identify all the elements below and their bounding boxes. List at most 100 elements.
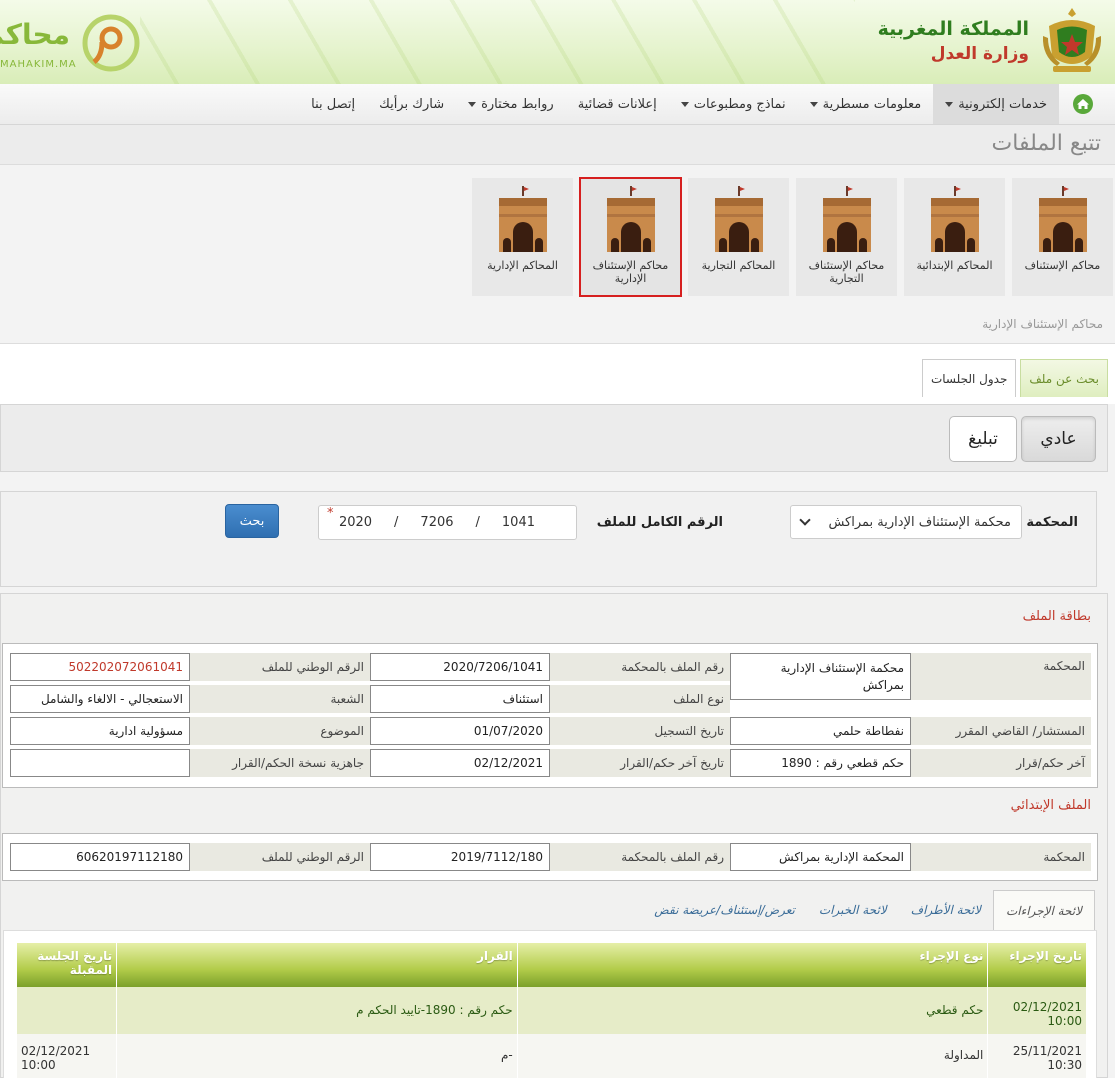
procedures-table: تاريخ الإجراء نوع الإجراء القرار تاريخ ا… — [15, 943, 1086, 1078]
normal-type-button[interactable]: عادي — [1021, 416, 1096, 462]
file-type-key: نوع الملف — [550, 685, 730, 713]
header-pattern — [140, 0, 855, 84]
court-tile-first-instance[interactable]: المحاكم الإبتدائية — [904, 178, 1005, 296]
decision: حكم رقم : 1890-تاييد الحكم م — [116, 987, 518, 1034]
logo-text-ar[interactable]: محاكم — [0, 18, 70, 51]
registration-date-value: 01/07/2020 — [370, 717, 550, 745]
primary-file-box: المحكمة المحكمة الإدارية بمراكش رقم المل… — [2, 833, 1098, 881]
file-type-value: استئناف — [370, 685, 550, 713]
court-select-value: محكمة الإستئناف الإدارية بمراكش — [828, 514, 1011, 530]
selected-court-caption: محاكم الإستئناف الإدارية — [982, 317, 1103, 331]
tab-expertises[interactable]: لائحة الخبرات — [807, 890, 899, 930]
court-tile-label: محاكم الإستئناف الإدارية — [592, 259, 669, 285]
col-procedure-date: تاريخ الإجراء — [987, 943, 1086, 987]
procedure-tabs: لائحة الإجراءات لائحة الأطراف لائحة الخب… — [642, 890, 1095, 930]
court-file-value: 2020/7206/1041 — [370, 653, 550, 681]
file-year-part[interactable]: 2020 — [339, 515, 372, 530]
tab-parties[interactable]: لائحة الأطراف — [899, 890, 993, 930]
court-building-icon — [606, 186, 655, 252]
nav-item-label: شارك برأيك — [379, 96, 445, 112]
caret-down-icon — [945, 101, 954, 107]
nav-item-label: روابط مختارة — [481, 96, 554, 112]
mahakim-logo-icon[interactable] — [80, 12, 142, 74]
tab-hearings-schedule[interactable]: جدول الجلسات — [921, 359, 1017, 397]
next-hearing: 02/12/2021 10:00 — [15, 1034, 117, 1078]
court-tile-commercial[interactable]: المحاكم التجارية — [688, 178, 789, 296]
home-icon — [1073, 94, 1093, 114]
subject-key: الموضوع — [190, 717, 370, 745]
nav-contact[interactable]: إتصل بنا — [299, 84, 367, 124]
search-tabs: بحث عن ملف جدول الجلسات — [921, 359, 1108, 397]
required-asterisk: * — [327, 506, 334, 521]
procedure-date: 25/11/2021 10:30 — [987, 1034, 1086, 1078]
tab-procedures[interactable]: لائحة الإجراءات — [992, 890, 1095, 930]
logo-text-en[interactable]: MAHAKIM.MA — [0, 59, 77, 70]
division-key: الشعبة — [190, 685, 370, 713]
copy-ready-value — [10, 749, 190, 777]
primary-court-file-value: 2019/7112/180 — [370, 843, 550, 871]
primary-file-title: الملف الإبتدائي — [1010, 798, 1091, 813]
col-next-hearing: تاريخ الجلسة المقبلة — [15, 943, 117, 987]
search-button[interactable]: بحث — [225, 504, 279, 538]
nav-procedural-info[interactable]: معلومات مسطرية — [798, 84, 934, 124]
caret-down-icon — [680, 101, 689, 107]
nav-links[interactable]: روابط مختارة — [456, 84, 566, 124]
file-code-part[interactable]: 7206 — [420, 515, 453, 530]
notify-type-button[interactable]: تبليغ — [949, 416, 1017, 462]
chevron-down-icon — [799, 514, 811, 526]
court-key: المحكمة — [911, 653, 1091, 700]
last-decision-date-value: 02/12/2021 — [370, 749, 550, 777]
court-tile-label: المحاكم الإبتدائية — [916, 259, 993, 272]
court-tile-admin-appeal[interactable]: محاكم الإستئناف الإدارية — [579, 177, 682, 297]
separator: / — [394, 515, 399, 530]
col-procedure-type: نوع الإجراء — [516, 943, 988, 987]
file-number-input[interactable]: 1041 / 7206 / 2020 * — [318, 505, 577, 540]
nav-forms[interactable]: نماذج ومطبوعات — [669, 84, 798, 124]
national-number-key: الرقم الوطني للملف — [190, 653, 370, 681]
court-tile-commercial-appeal[interactable]: محاكم الإستئناف التجارية — [796, 178, 897, 296]
page-title-bar — [0, 125, 1115, 165]
tab-file-search[interactable]: بحث عن ملف — [1020, 359, 1108, 397]
nav-item-label: نماذج ومطبوعات — [693, 96, 786, 112]
procedure-date: 02/12/2021 10:00 — [987, 987, 1086, 1034]
table-row: 02/12/2021 10:00 حكم قطعي حكم رقم : 1890… — [15, 987, 1086, 1034]
nav-home[interactable] — [1067, 84, 1099, 124]
file-card-title: بطاقة الملف — [1022, 609, 1091, 624]
court-tile-appeal[interactable]: محاكم الإستئناف — [1012, 178, 1113, 296]
nav-e-services[interactable]: خدمات إلكترونية — [933, 84, 1059, 124]
procedures-panel: تاريخ الإجراء نوع الإجراء القرار تاريخ ا… — [3, 930, 1097, 1078]
primary-court-file-key: رقم الملف بالمحكمة — [550, 843, 730, 871]
court-value: محكمة الإستئناف الإدارية بمراكش — [730, 653, 911, 700]
main-nav: خدمات إلكترونية معلومات مسطرية نماذج ومط… — [0, 84, 1115, 125]
site-header: المملكة المغربية وزارة العدل محاكم MAHAK… — [0, 0, 1115, 84]
procedure-type: المداولة — [516, 1034, 988, 1078]
nav-feedback[interactable]: شارك برأيك — [367, 84, 456, 124]
next-hearing — [15, 987, 117, 1034]
nav-item-label: معلومات مسطرية — [822, 96, 922, 112]
primary-national-value: 60620197112180 — [10, 843, 190, 871]
court-label: المحكمة — [1026, 515, 1078, 530]
judge-key: المستشار/ القاضي المقرر — [911, 717, 1091, 745]
file-number-part[interactable]: 1041 — [502, 515, 535, 530]
court-file-key: رقم الملف بالمحكمة — [550, 653, 730, 681]
col-decision: القرار — [116, 943, 518, 987]
court-tile-label: المحاكم الإدارية — [487, 259, 558, 272]
nav-item-label: إعلانات قضائية — [577, 96, 657, 112]
last-decision-value: حكم قطعي رقم : 1890 — [730, 749, 911, 777]
table-header-row: تاريخ الإجراء نوع الإجراء القرار تاريخ ا… — [15, 943, 1086, 987]
type-toggle-box: عادي تبليغ — [0, 404, 1108, 472]
table-row: 25/11/2021 10:30 المداولة -م 02/12/2021 … — [15, 1034, 1086, 1078]
court-select[interactable]: محكمة الإستئناف الإدارية بمراكش — [790, 505, 1022, 539]
nav-judicial-ads[interactable]: إعلانات قضائية — [566, 84, 669, 124]
division-value: الاستعجالي - الالغاء والشامل — [10, 685, 190, 713]
tab-appeals[interactable]: تعرض/إستئناف/عريضة نقض — [642, 890, 807, 930]
judge-value: نفطاطة حلمي — [730, 717, 911, 745]
file-card-box: المحكمة محكمة الإستئناف الإدارية بمراكش … — [2, 643, 1098, 788]
court-type-tiles: محاكم الإستئناف المحاكم الإبتدائية محاكم… — [472, 177, 1113, 297]
court-tile-admin[interactable]: المحاكم الإدارية — [472, 178, 573, 296]
last-decision-key: آخر حكم/قرار — [911, 749, 1091, 777]
court-tile-label: محاكم الإستئناف — [1024, 259, 1101, 272]
file-number-label: الرقم الكامل للملف — [596, 515, 723, 530]
kingdom-title: المملكة المغربية — [877, 18, 1029, 40]
ministry-title: وزارة العدل — [930, 44, 1029, 64]
